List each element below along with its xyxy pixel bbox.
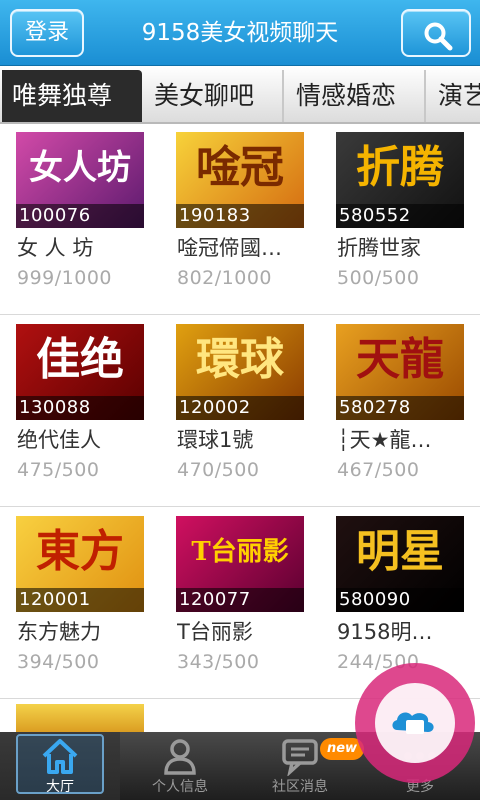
room-thumbnail: 折腾 580552: [336, 132, 464, 228]
room-id: 120001: [16, 588, 144, 612]
room-name: 绝代佳人: [17, 428, 101, 452]
app-title: 9158美女视频聊天: [141, 20, 339, 46]
room-name: 唫冠偙國…: [177, 236, 282, 260]
room-thumbnail: 環球 120002: [176, 324, 304, 420]
room-card[interactable]: 佳绝 130088 绝代佳人 475/500: [0, 316, 160, 508]
room-occupancy: 802/1000: [177, 267, 273, 289]
room-thumbnail: 天龍 580278: [336, 324, 464, 420]
home-icon: [42, 739, 78, 774]
chat-icon: [282, 739, 318, 776]
search-icon: [424, 22, 453, 51]
room-thumbnail: 佳绝 130088: [16, 324, 144, 420]
person-icon: [164, 739, 196, 775]
room-occupancy: 500/500: [337, 267, 420, 289]
room-card[interactable]: 唫冠 190183 唫冠偙國… 802/1000: [160, 124, 320, 316]
room-id: 580090: [336, 588, 464, 612]
room-name: T台丽影: [177, 620, 253, 644]
room-id: 100076: [16, 204, 144, 228]
room-id: 120002: [176, 396, 304, 420]
room-thumbnail: 女人坊 100076: [16, 132, 144, 228]
room-occupancy: 470/500: [177, 459, 260, 481]
room-grid: 女人坊 100076 女 人 坊 999/1000 唫冠 190183 唫冠偙國… 802/1…: [0, 124, 480, 732]
room-id: 580552: [336, 204, 464, 228]
tabbar-label: 大厅: [46, 779, 74, 795]
room-name: 環球1號: [177, 428, 254, 452]
room-card[interactable]: 環球 120002 環球1號 470/500: [160, 316, 320, 508]
room-occupancy: 467/500: [337, 459, 420, 481]
room-occupancy: 394/500: [17, 651, 100, 673]
tabbar-label: 个人信息: [152, 779, 208, 795]
room-id: 580278: [336, 396, 464, 420]
app-header: 登录 9158美女视频聊天: [0, 0, 480, 66]
tab-meinv[interactable]: 美女聊吧: [144, 70, 284, 122]
tabbar-item-lobby[interactable]: 大厅: [0, 732, 120, 800]
room-thumbnail: 東方 120001: [16, 516, 144, 612]
room-thumbnail-partial[interactable]: [16, 704, 144, 732]
room-card[interactable]: 東方 120001 东方魅力 394/500: [0, 508, 160, 700]
room-thumbnail: 唫冠 190183: [176, 132, 304, 228]
room-id: 130088: [16, 396, 144, 420]
row-divider: [0, 506, 480, 507]
hicloud-watermark-logo: [355, 663, 475, 783]
room-card[interactable]: T台丽影 120077 T台丽影 343/500: [160, 508, 320, 700]
room-name: 女 人 坊: [17, 236, 94, 260]
room-id: 190183: [176, 204, 304, 228]
room-name: 折腾世家: [337, 236, 421, 260]
tab-weiwu[interactable]: 唯舞独尊: [2, 70, 142, 122]
tab-yanyi[interactable]: 演艺: [428, 70, 480, 122]
room-card[interactable]: 天龍 580278 ┆天★龍… 467/500: [320, 316, 480, 508]
room-occupancy: 475/500: [17, 459, 100, 481]
tabbar-label: 社区消息: [272, 779, 328, 795]
login-button[interactable]: 登录: [10, 9, 84, 57]
room-thumbnail: 明星 580090: [336, 516, 464, 612]
room-thumbnail: T台丽影 120077: [176, 516, 304, 612]
room-occupancy: 999/1000: [17, 267, 113, 289]
room-name: 东方魅力: [17, 620, 101, 644]
room-name: ┆天★龍…: [337, 428, 432, 452]
room-id: 120077: [176, 588, 304, 612]
room-card[interactable]: 女人坊 100076 女 人 坊 999/1000: [0, 124, 160, 316]
search-button[interactable]: [401, 9, 471, 57]
room-name: 9158明…: [337, 620, 433, 644]
room-card[interactable]: 折腾 580552 折腾世家 500/500: [320, 124, 480, 316]
tab-qinggan[interactable]: 情感婚恋: [286, 70, 426, 122]
row-divider: [0, 314, 480, 315]
room-occupancy: 343/500: [177, 651, 260, 673]
category-tabs: 唯舞独尊 美女聊吧 情感婚恋 演艺: [0, 66, 480, 124]
tabbar-item-profile[interactable]: 个人信息: [120, 732, 240, 800]
